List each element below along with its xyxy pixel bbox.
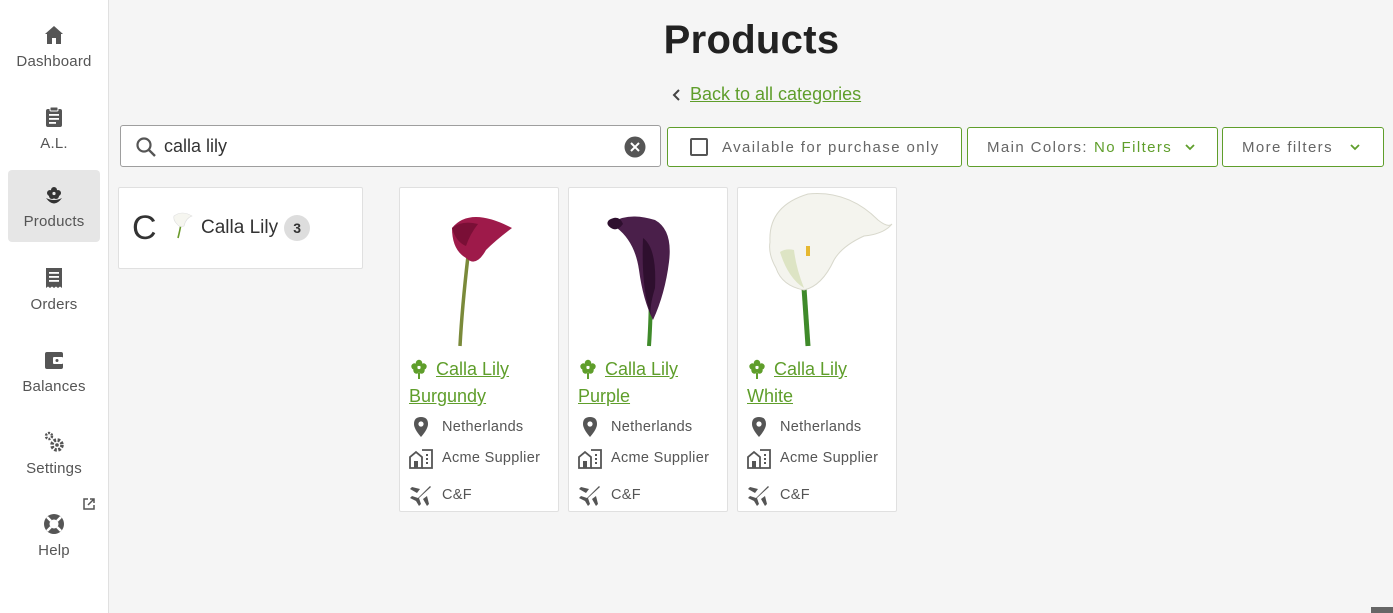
scroll-corner [1371, 607, 1393, 613]
product-card[interactable]: Calla Lily White Netherlands Acme Suppli… [737, 187, 897, 512]
nav-products[interactable]: Products [8, 170, 100, 242]
category-card[interactable]: C Calla Lily 3 [118, 187, 363, 269]
airplane-icon [748, 486, 769, 506]
product-supplier-text: Acme Supplier [780, 450, 879, 466]
product-card[interactable]: Calla Lily Burgundy Netherlands Acme Sup… [399, 187, 559, 512]
external-link-icon[interactable] [82, 497, 96, 511]
product-image [769, 193, 893, 347]
page-title: Products [663, 18, 840, 62]
location-pin-icon [414, 417, 428, 437]
nav-balances[interactable]: Balances [8, 335, 100, 407]
category-name: Calla Lily [201, 217, 279, 238]
product-supplier-text: Acme Supplier [611, 450, 710, 466]
building-icon [747, 449, 771, 469]
main-colors-value: No Filters [1094, 138, 1173, 156]
nav-dashboard[interactable]: Dashboard [8, 10, 100, 82]
back-to-categories-link[interactable]: Back to all categories [670, 84, 861, 105]
nav-orders[interactable]: Orders [8, 253, 100, 325]
location-pin-icon [752, 417, 766, 437]
back-link-label: Back to all categories [690, 84, 862, 104]
lifebuoy-icon [44, 513, 64, 534]
nav-al-label: A.L. [40, 134, 68, 152]
product-origin: Netherlands [578, 415, 693, 439]
product-origin: Netherlands [747, 415, 862, 439]
calla-lily-thumbnail [173, 212, 193, 239]
search-icon [136, 137, 156, 157]
gears-icon [44, 431, 64, 452]
location-pin-icon [583, 417, 597, 437]
building-icon [578, 449, 602, 469]
product-terms: C&F [747, 483, 810, 507]
category-count-badge: 3 [284, 215, 311, 241]
clipboard-icon [46, 106, 62, 127]
chevron-down-icon [1185, 144, 1195, 151]
product-origin-text: Netherlands [611, 419, 693, 435]
product-supplier: Acme Supplier [578, 446, 709, 470]
flower-icon [46, 186, 62, 203]
wallet-icon [45, 351, 63, 369]
product-card[interactable]: Calla Lily Purple Netherlands Acme Suppl… [568, 187, 728, 512]
chevron-down-icon [1350, 144, 1360, 151]
clear-search-icon[interactable] [624, 136, 646, 158]
product-terms: C&F [409, 483, 472, 507]
product-terms: C&F [578, 483, 641, 507]
product-supplier: Acme Supplier [409, 446, 540, 470]
nav-balances-label: Balances [22, 377, 86, 395]
product-origin-text: Netherlands [442, 419, 524, 435]
chevron-left-icon [672, 88, 680, 101]
more-filters-button[interactable]: More filters [1222, 127, 1384, 167]
receipt-icon [46, 267, 62, 288]
product-terms-text: C&F [780, 487, 810, 503]
home-icon [45, 25, 63, 44]
more-filters-label: More filters [1242, 138, 1333, 156]
nav-dashboard-label: Dashboard [16, 52, 92, 70]
airplane-icon [579, 486, 600, 506]
product-name-link[interactable]: Calla Lily White [747, 356, 887, 410]
main-colors-label: Main Colors: [987, 138, 1088, 156]
nav-settings[interactable]: Settings [8, 417, 100, 489]
available-only-checkbox[interactable] [690, 138, 708, 156]
product-terms-text: C&F [442, 487, 472, 503]
product-origin-text: Netherlands [780, 419, 862, 435]
airplane-icon [410, 486, 431, 506]
category-letter: C [132, 208, 157, 247]
product-supplier: Acme Supplier [747, 446, 878, 470]
building-icon [409, 449, 433, 469]
main-colors-filter[interactable]: Main Colors: No Filters [967, 127, 1218, 167]
nav-help-label: Help [38, 541, 70, 559]
product-name-link[interactable]: Calla Lily Purple [578, 356, 718, 410]
sidebar: Dashboard A.L. Products Orders Balances … [0, 0, 109, 613]
nav-settings-label: Settings [26, 459, 82, 477]
search-box [120, 125, 661, 167]
product-terms-text: C&F [611, 487, 641, 503]
product-name-link[interactable]: Calla Lily Burgundy [409, 356, 549, 410]
available-only-filter[interactable]: Available for purchase only [667, 127, 962, 167]
search-input[interactable] [164, 134, 614, 158]
product-image [607, 216, 670, 347]
available-only-label: Available for purchase only [722, 138, 940, 156]
product-origin: Netherlands [409, 415, 524, 439]
nav-al[interactable]: A.L. [8, 92, 100, 164]
nav-products-label: Products [23, 212, 85, 230]
nav-orders-label: Orders [30, 295, 78, 313]
product-image [452, 217, 512, 347]
product-supplier-text: Acme Supplier [442, 450, 541, 466]
